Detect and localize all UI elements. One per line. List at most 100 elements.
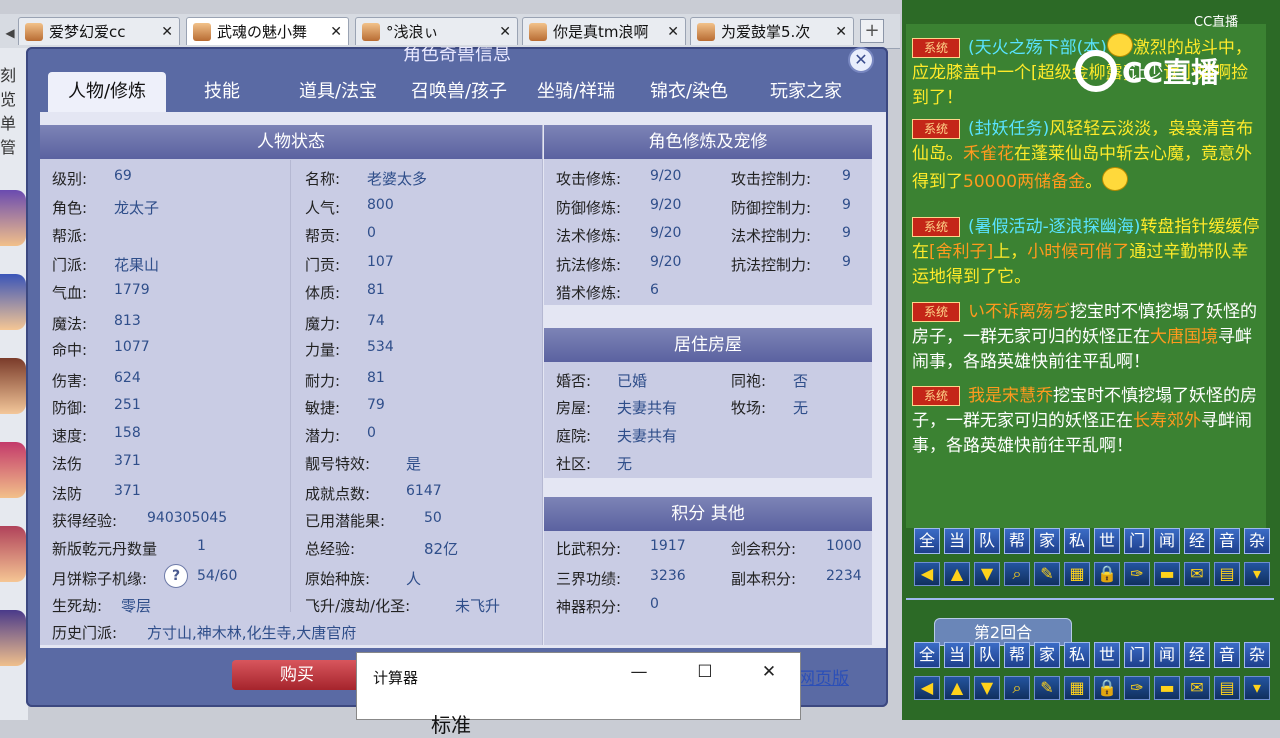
brush-icon[interactable]: ✑ <box>1124 562 1150 586</box>
new-tab-button[interactable]: + <box>860 19 884 43</box>
channel-button[interactable]: 全 <box>914 642 940 668</box>
add-note-icon[interactable]: ▤ <box>1214 562 1240 586</box>
channel-button[interactable]: 闻 <box>1154 528 1180 554</box>
lock-icon[interactable]: 🔒 <box>1094 562 1120 586</box>
add-note-icon[interactable]: ▤ <box>1214 676 1240 700</box>
channel-button[interactable]: 帮 <box>1004 528 1030 554</box>
arrow-down-icon[interactable]: ▼ <box>974 562 1000 586</box>
channel-button[interactable]: 杂 <box>1244 528 1270 554</box>
tab-3[interactable]: °浅浪ぃ ✕ <box>355 17 518 45</box>
tab-close-icon[interactable]: ✕ <box>330 18 342 45</box>
channel-button[interactable]: 队 <box>974 528 1000 554</box>
edit-icon[interactable]: ✎ <box>1034 562 1060 586</box>
channel-button[interactable]: 私 <box>1064 528 1090 554</box>
channel-button[interactable]: 门 <box>1124 642 1150 668</box>
grid-icon[interactable]: ▦ <box>1064 676 1090 700</box>
help-icon[interactable]: ? <box>164 564 188 588</box>
channel-button[interactable]: 家 <box>1034 642 1060 668</box>
buy-button[interactable]: 购买 <box>232 660 362 690</box>
chevron-down-icon[interactable]: ▾ <box>1244 676 1270 700</box>
chevron-down-icon[interactable]: ▾ <box>1244 562 1270 586</box>
tab-pets[interactable]: 召唤兽/孩子 <box>400 72 518 112</box>
folder-icon[interactable]: ▬ <box>1154 676 1180 700</box>
lock-icon[interactable]: 🔒 <box>1094 676 1120 700</box>
tab-items[interactable]: 道具/法宝 <box>280 72 396 112</box>
tab-4[interactable]: 你是真tm浪啊 ✕ <box>522 17 686 45</box>
channel-button[interactable]: 世 <box>1094 528 1120 554</box>
close-icon[interactable]: ✕ <box>848 47 874 73</box>
tab-close-icon[interactable]: ✕ <box>499 18 511 45</box>
tab-outfits[interactable]: 锦衣/染色 <box>634 72 744 112</box>
avatar-favicon-icon <box>362 23 380 41</box>
stat-value: 方寸山,神木林,化生寺,大唐官府 <box>147 624 357 642</box>
cc-live-watermark: CC直播 <box>1075 50 1220 92</box>
stat-label: 原始种族: <box>305 570 371 588</box>
tab-close-icon[interactable]: ✕ <box>161 18 173 45</box>
arrow-up-icon[interactable]: ▲ <box>944 562 970 586</box>
stat-value: 1000 <box>826 538 862 554</box>
arrow-up-icon[interactable]: ▲ <box>944 676 970 700</box>
channel-button[interactable]: 世 <box>1094 642 1120 668</box>
stat-value: 已婚 <box>617 372 648 390</box>
channel-button[interactable]: 经 <box>1184 528 1210 554</box>
stat-label: 法伤 <box>52 455 83 473</box>
arrow-left-icon[interactable]: ◀ <box>914 562 940 586</box>
tab-mounts[interactable]: 坐骑/祥瑞 <box>522 72 630 112</box>
stat-value: 9 <box>842 254 851 270</box>
stat-label: 帮贡: <box>305 227 341 245</box>
avatar[interactable] <box>0 610 26 666</box>
stat-label: 攻击修炼: <box>556 170 622 188</box>
avatar[interactable] <box>0 442 26 498</box>
speech-bubble-icon[interactable]: ✉ <box>1184 562 1210 586</box>
tab-2[interactable]: 武魂の魅小舞 ✕ <box>186 17 349 45</box>
tab-home[interactable]: 玩家之家 <box>750 72 862 112</box>
tab-close-icon[interactable]: ✕ <box>667 18 679 45</box>
edit-icon[interactable]: ✎ <box>1034 676 1060 700</box>
avatar[interactable] <box>0 526 26 582</box>
stat-value: 54/60 <box>197 568 238 584</box>
calculator-title: 计算器 <box>373 669 419 687</box>
channel-button[interactable]: 私 <box>1064 642 1090 668</box>
channel-button[interactable]: 队 <box>974 642 1000 668</box>
channel-button[interactable]: 全 <box>914 528 940 554</box>
tab-skills[interactable]: 技能 <box>172 72 272 112</box>
tab-2-label: 武魂の魅小舞 <box>217 23 308 41</box>
web-version-link[interactable]: 网页版 <box>798 664 849 689</box>
channel-button[interactable]: 当 <box>944 642 970 668</box>
maximize-icon[interactable]: ☐ <box>687 659 723 685</box>
channel-button[interactable]: 音 <box>1214 528 1240 554</box>
search-icon[interactable]: ⌕ <box>1004 562 1030 586</box>
channel-button[interactable]: 家 <box>1034 528 1060 554</box>
close-icon[interactable]: ✕ <box>751 659 787 685</box>
tab-5[interactable]: 为爱鼓掌5.次 ✕ <box>690 17 854 45</box>
channel-button[interactable]: 当 <box>944 528 970 554</box>
avatar[interactable] <box>0 190 26 246</box>
tab-scroll-left-icon[interactable]: ◀ <box>2 22 18 44</box>
tab-1[interactable]: 爱梦幻爱cc ✕ <box>18 17 180 45</box>
grid-icon[interactable]: ▦ <box>1064 562 1090 586</box>
arrow-left-icon[interactable]: ◀ <box>914 676 940 700</box>
speech-bubble-icon[interactable]: ✉ <box>1184 676 1210 700</box>
stat-value: 81 <box>367 282 385 298</box>
arrow-down-icon[interactable]: ▼ <box>974 676 1000 700</box>
avatar[interactable] <box>0 358 26 414</box>
channel-button[interactable]: 杂 <box>1244 642 1270 668</box>
chat-message: 系统 (暑假活动-逐浪探幽海)转盘指针缓缓停在[舍利子]上，小时候可俏了通过辛勤带… <box>912 215 1264 290</box>
tab-close-icon[interactable]: ✕ <box>835 18 847 45</box>
channel-button[interactable]: 经 <box>1184 642 1210 668</box>
stat-value: 老婆太多 <box>367 170 428 188</box>
channel-button[interactable]: 闻 <box>1154 642 1180 668</box>
search-icon[interactable]: ⌕ <box>1004 676 1030 700</box>
folder-icon[interactable]: ▬ <box>1154 562 1180 586</box>
channel-button[interactable]: 帮 <box>1004 642 1030 668</box>
minimize-icon[interactable]: — <box>621 659 657 685</box>
stat-label: 力量: <box>305 341 341 359</box>
brush-icon[interactable]: ✑ <box>1124 676 1150 700</box>
stat-value: 无 <box>793 399 809 417</box>
channel-button[interactable]: 音 <box>1214 642 1240 668</box>
avatar[interactable] <box>0 274 26 330</box>
stat-value: 0 <box>367 225 376 241</box>
tab-character[interactable]: 人物/修炼 <box>48 72 166 112</box>
stat-label: 抗法修炼: <box>556 256 622 274</box>
channel-button[interactable]: 门 <box>1124 528 1150 554</box>
